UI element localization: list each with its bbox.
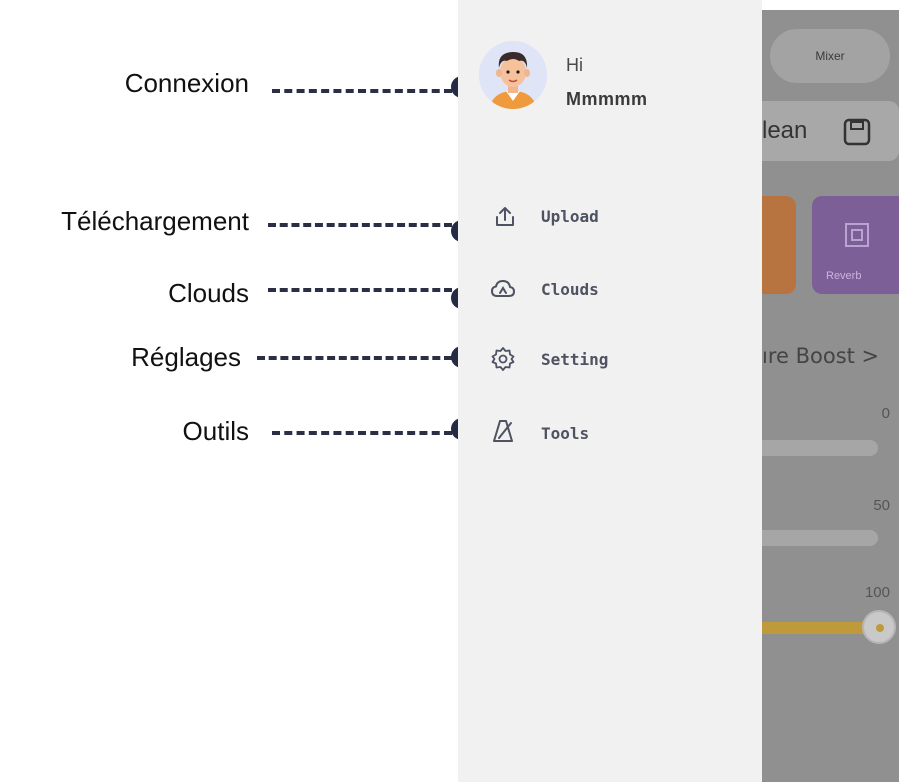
reverb-icon (845, 223, 869, 247)
username-text: Mmmmm (566, 89, 648, 109)
preset-name: lean (762, 117, 808, 144)
leader-line-connexion (272, 89, 452, 93)
slider-value-100: 100 (864, 584, 890, 601)
metronome-icon (493, 420, 513, 442)
slider-track-filled[interactable] (762, 622, 876, 634)
boost-label[interactable]: ıre Boost > (762, 344, 879, 368)
slider-knob[interactable] (862, 610, 896, 644)
effect-card-orange[interactable] (762, 196, 796, 294)
slider-track[interactable] (762, 440, 878, 456)
slider-track[interactable] (762, 530, 878, 546)
save-icon[interactable] (842, 117, 872, 147)
cloud-icon (491, 280, 515, 297)
slider-value-0: 0 (881, 405, 890, 422)
menu-item-label: Tools (541, 424, 590, 443)
mixer-button[interactable]: Mixer (770, 29, 890, 83)
avatar-illustration-icon (479, 41, 547, 109)
menu-item-label: Setting (541, 350, 609, 369)
user-avatar[interactable] (479, 41, 547, 109)
navigation-drawer (458, 0, 762, 782)
upload-icon (496, 207, 514, 226)
leader-line-reglages (257, 356, 452, 360)
annotation-label-clouds: Clouds (168, 278, 249, 308)
leader-line-telechargement (268, 223, 452, 227)
annotation-label-outils: Outils (182, 416, 249, 446)
menu-item-label: Clouds (541, 280, 599, 299)
menu-item-label: Upload (541, 207, 599, 226)
greeting-text: Hi (566, 55, 583, 75)
reverb-label: Reverb (826, 270, 862, 282)
gear-icon (491, 347, 515, 371)
annotation-label-connexion: Connexion (124, 68, 249, 98)
slider-value-50: 50 (873, 497, 890, 514)
leader-line-clouds (268, 288, 452, 292)
annotation-label-reglages: Réglages (131, 342, 241, 372)
annotation-label-telechargement: Téléchargement (61, 206, 249, 236)
leader-line-outils (272, 431, 452, 435)
